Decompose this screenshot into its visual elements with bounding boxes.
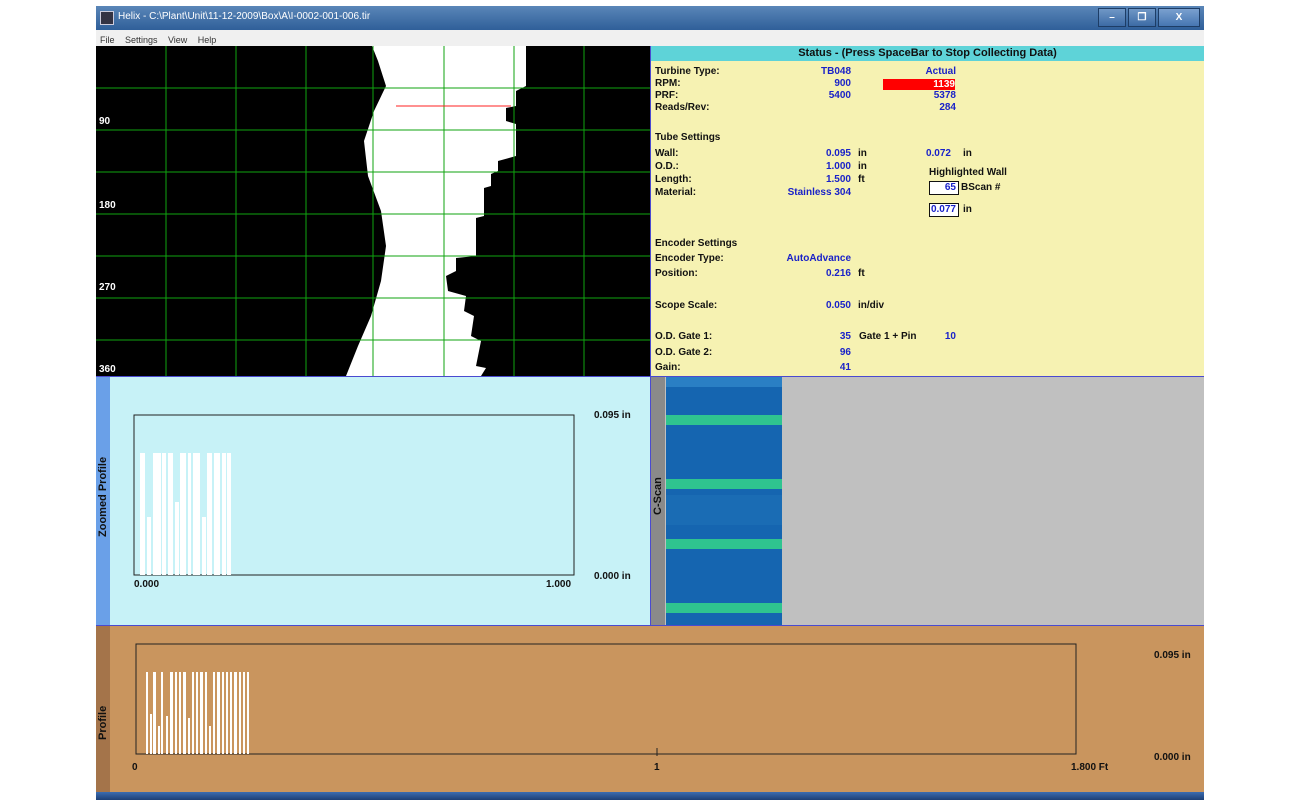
wall-actual: 0.072 [925,148,951,159]
app-icon [100,11,114,25]
window-controls: – ❐ X [1098,8,1200,27]
zoomed-x-max: 1.000 [546,579,572,590]
reads-rev-label: Reads/Rev: [655,102,710,113]
menu-view[interactable]: View [168,35,187,45]
gate-pin-value: 10 [944,331,956,342]
profile-panel[interactable]: Profile 0.095 in 0.000 in 0 1 1.800 Ft [96,626,1204,792]
profile-plot [135,643,1077,756]
wall-actual-unit: in [963,148,972,159]
rpm-actual-alert: 1139 [883,79,955,90]
od-gate2-value: 96 [839,347,851,358]
profile-y-min: 0.000 in [1154,752,1191,763]
cscan-image [666,377,782,625]
length-unit: ft [858,174,865,185]
turbine-type-label: Turbine Type: [655,66,720,77]
zoomed-profile-panel[interactable]: Zoomed Profile 0.095 in 0.000 in 0.000 1… [96,377,650,625]
gate-pin-label: Gate 1 + Pin [859,331,917,342]
bscan-number-field[interactable]: 65 [929,181,959,195]
scope-scale-label: Scope Scale: [655,300,718,311]
profile-x-max: 1.800 Ft [1071,762,1109,773]
prf-label: PRF: [655,90,679,101]
bscan-image [96,46,650,376]
bscan-number-label: BScan # [961,182,1001,193]
bscan-grid [96,46,650,376]
profile-x-mid: 1 [654,762,660,773]
zoomed-profile-bars [140,453,231,575]
od-gate1-value: 35 [839,331,851,342]
highlighted-wall-field[interactable]: 0.077 [929,203,959,217]
od-unit: in [858,161,867,172]
zoomed-y-max: 0.095 in [594,410,631,421]
wall-unit: in [858,148,867,159]
angle-label-180: 180 [99,200,116,211]
material-label: Material: [655,187,697,198]
encoder-type-value: AutoAdvance [786,253,851,264]
rpm-value: 900 [834,78,851,89]
taskbar [96,792,1204,800]
position-value: 0.216 [825,268,851,279]
length-value: 1.500 [825,174,851,185]
menu-bar: File Settings View Help [96,30,1204,47]
tube-settings-heading: Tube Settings [655,132,721,143]
position-label: Position: [655,268,698,279]
profile-bars [146,672,249,754]
position-unit: ft [858,268,865,279]
zoomed-y-min: 0.000 in [594,571,631,582]
profile-y-max: 0.095 in [1154,650,1191,661]
angle-label-360: 360 [99,364,116,375]
highlighted-wall-label: Highlighted Wall [929,167,1007,178]
cscan-panel[interactable]: C-Scan [651,377,1204,625]
scope-scale-value: 0.050 [825,300,851,311]
encoder-settings-heading: Encoder Settings [655,238,738,249]
od-label: O.D.: [655,161,679,172]
gain-value: 41 [839,362,851,373]
zoomed-x-min: 0.000 [134,579,160,590]
rpm-label: RPM: [655,78,681,89]
maximize-button[interactable]: ❐ [1128,8,1156,27]
wall-label: Wall: [655,148,679,159]
wall-value: 0.095 [825,148,851,159]
od-gate2-label: O.D. Gate 2: [655,347,713,358]
encoder-type-label: Encoder Type: [655,253,724,264]
prf-value: 5400 [828,90,851,101]
angle-label-90: 90 [99,116,111,127]
bscan-view[interactable]: 90 180 270 360 [96,46,650,376]
reads-rev-actual: 284 [939,102,956,113]
turbine-type-value: TB048 [820,66,851,77]
scope-scale-unit: in/div [858,300,885,311]
angle-label-270: 270 [99,282,116,293]
title-bar: Helix - C:\Plant\Unit\11-12-2009\Box\A\I… [96,6,1204,30]
menu-settings[interactable]: Settings [125,35,158,45]
od-gate1-label: O.D. Gate 1: [655,331,713,342]
status-panel: Status - (Press SpaceBar to Stop Collect… [651,46,1204,376]
minimize-button[interactable]: – [1098,8,1126,27]
material-value: Stainless 304 [787,187,851,198]
status-header: Status - (Press SpaceBar to Stop Collect… [651,46,1204,61]
window-title: Helix - C:\Plant\Unit\11-12-2009\Box\A\I… [118,11,371,22]
profile-x-min: 0 [132,762,138,773]
gain-label: Gain: [655,362,681,373]
od-value: 1.000 [825,161,851,172]
close-button[interactable]: X [1158,8,1200,27]
prf-actual: 5378 [933,90,956,101]
highlighted-wall-unit: in [963,204,972,215]
menu-file[interactable]: File [100,35,115,45]
actual-header: Actual [925,66,956,77]
length-label: Length: [655,174,692,185]
menu-help[interactable]: Help [198,35,217,45]
